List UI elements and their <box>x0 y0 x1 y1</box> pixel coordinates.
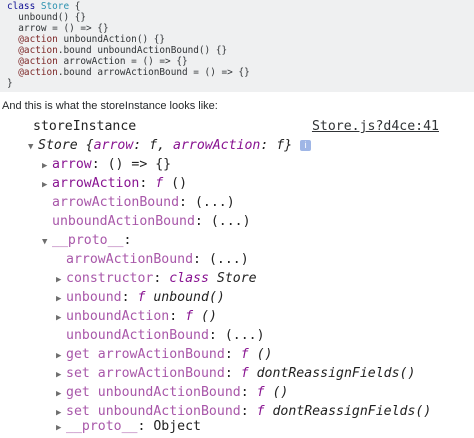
accessor-prefix: set <box>66 366 90 381</box>
function-marker: f <box>256 404 265 419</box>
code-token: @action <box>7 56 58 67</box>
code-token: @action <box>7 67 58 78</box>
console-panel: storeInstance Store.js?d4ce:41 ▼ Store {a… <box>0 114 474 438</box>
code-token: @action <box>7 34 58 45</box>
accessor-row[interactable]: ▶ get unboundActionBound: f () <box>56 383 288 402</box>
triangle-down-icon[interactable]: ▼ <box>42 233 52 252</box>
accessor-prefix: get <box>66 385 90 400</box>
proto-row[interactable]: ▼ __proto__: <box>42 231 131 250</box>
function-marker: f <box>240 366 249 381</box>
property-row[interactable]: arrowActionBound: (...) <box>66 250 249 269</box>
property-value: () => {} <box>107 157 172 172</box>
accessor-row[interactable]: ▶ get arrowActionBound: f () <box>56 345 273 364</box>
code-line: unbound() {} <box>7 12 86 23</box>
lazy-getter-value[interactable]: (...) <box>225 328 265 343</box>
property-value: unbound() <box>145 290 225 305</box>
preview-key: arrow <box>93 138 134 153</box>
store-object-row[interactable]: ▼ Store {arrow: f, arrowAction: f} i <box>28 136 312 157</box>
code-token: Store <box>40 1 70 12</box>
code-line: @action unboundAction() {} <box>7 34 165 45</box>
code-token: unbound() {} <box>7 12 87 23</box>
expression-label: storeInstance <box>33 119 137 134</box>
code-line: class Store { <box>7 1 80 12</box>
property-row[interactable]: ▶ constructor: class Store <box>56 269 257 288</box>
property-key: unboundAction <box>66 309 170 324</box>
property-key: arrowActionBound <box>97 347 225 362</box>
property-value: () <box>193 309 217 324</box>
property-value: () <box>248 347 273 362</box>
property-row[interactable]: unboundActionBound: (...) <box>52 212 251 231</box>
accessor-prefix: get <box>66 347 90 362</box>
lazy-getter-value[interactable]: (...) <box>195 195 235 210</box>
proto-row[interactable]: ▶ __proto__: Object <box>56 417 201 436</box>
lazy-getter-value[interactable]: (...) <box>211 214 251 229</box>
property-key: arrowActionBound <box>97 366 225 381</box>
code-token: unboundAction() {} <box>57 34 166 45</box>
function-marker: f <box>155 176 164 191</box>
property-row[interactable]: ▶ arrowAction: f () <box>42 174 187 193</box>
triangle-down-icon[interactable]: ▼ <box>28 138 38 157</box>
code-line: } <box>7 78 13 89</box>
property-key: arrowAction <box>52 176 140 191</box>
code-token: { <box>69 1 81 12</box>
property-value: Store <box>208 271 257 286</box>
code-token: class <box>7 1 41 12</box>
property-key: unbound <box>66 290 122 305</box>
preview-value: f <box>149 138 158 153</box>
lazy-getter-value[interactable]: (...) <box>209 252 249 267</box>
property-value: () <box>264 385 289 400</box>
property-key: constructor <box>66 271 154 286</box>
code-token: @action <box>7 45 58 56</box>
code-line: @action.bound unboundActionBound() {} <box>7 45 227 56</box>
info-icon[interactable]: i <box>300 139 312 151</box>
function-marker: f <box>240 347 249 362</box>
code-block: class Store { unbound() {} arrow = () =>… <box>0 0 474 92</box>
code-line: arrow = () => {} <box>7 23 109 34</box>
property-row[interactable]: ▶ unboundAction: f () <box>56 307 217 326</box>
triangle-right-icon[interactable]: ▶ <box>42 176 52 195</box>
code-token: arrowAction = () => {} <box>57 56 188 67</box>
triangle-right-icon[interactable]: ▶ <box>56 309 66 328</box>
triangle-right-icon[interactable]: ▶ <box>56 419 66 438</box>
property-key: unboundActionBound <box>97 385 241 400</box>
caption-text: And this is what the storeInstance looks… <box>2 100 218 112</box>
property-key: __proto__ <box>66 419 138 434</box>
property-row[interactable]: arrowActionBound: (...) <box>52 193 235 212</box>
property-row[interactable]: unboundActionBound: (...) <box>66 326 265 345</box>
brace-close: } <box>284 138 293 153</box>
property-key: __proto__ <box>52 233 124 248</box>
property-key: unboundActionBound <box>66 328 209 343</box>
brace-open: { <box>77 138 94 153</box>
code-token: .bound unboundActionBound() {} <box>57 45 228 56</box>
source-link[interactable]: Store.js?d4ce:41 <box>312 117 439 136</box>
code-line: @action.bound arrowActionBound = () => {… <box>7 67 250 78</box>
object-class-name: Store <box>38 138 78 153</box>
property-key: arrowActionBound <box>66 252 194 267</box>
property-value: () <box>163 176 188 191</box>
property-value: Object <box>153 419 201 434</box>
function-marker: f <box>256 385 265 400</box>
property-key: arrow <box>52 157 92 172</box>
property-value: dontReassignFields() <box>264 404 432 419</box>
code-token: } <box>7 78 13 89</box>
property-value: dontReassignFields() <box>248 366 416 381</box>
code-token: .bound arrowActionBound = () => {} <box>57 67 250 78</box>
function-marker: f <box>185 309 194 324</box>
code-token: arrow = () => {} <box>7 23 109 34</box>
property-key: unboundActionBound <box>52 214 195 229</box>
code-line: @action arrowAction = () => {} <box>7 56 188 67</box>
property-key: arrowActionBound <box>52 195 180 210</box>
console-header-label: storeInstance <box>33 117 136 136</box>
property-row[interactable]: ▶ arrow: () => {} <box>42 155 171 174</box>
property-row[interactable]: ▶ unbound: f unbound() <box>56 288 225 307</box>
preview-key: arrowAction <box>173 138 261 153</box>
accessor-row[interactable]: ▶ set arrowActionBound: f dontReassignFie… <box>56 364 415 383</box>
function-marker: class <box>169 271 209 286</box>
